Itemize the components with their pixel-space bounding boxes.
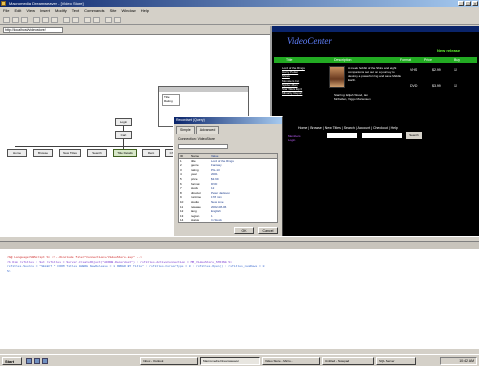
menu-item[interactable]: Modify	[55, 8, 67, 13]
field-list[interactable]: ID Name Value 1 title Lord of the Rings 2 genr…	[178, 153, 278, 223]
menu-item[interactable]: Window	[121, 8, 135, 13]
save-icon[interactable]	[21, 17, 28, 23]
price-value: $2.99	[432, 68, 441, 72]
connection-label: Connection: VideoStore	[178, 137, 215, 141]
close-button[interactable]: ×	[472, 1, 478, 6]
title-link[interactable]: Minority Report	[282, 91, 322, 95]
system-tray-clock: 10:42 AM	[440, 357, 477, 365]
menu-item[interactable]: File	[3, 8, 9, 13]
list-cell: 14	[180, 218, 184, 223]
dialog-title: Recordset (Query)	[174, 117, 282, 124]
footer-nav[interactable]: Home | Browse | New Titles | Search | Ac…	[298, 126, 473, 130]
list-cell: In Stock	[211, 218, 222, 223]
code-pane-toolbar	[0, 242, 479, 249]
search-input[interactable]	[327, 133, 357, 138]
flow-node[interactable]: Browse	[33, 149, 53, 157]
help-icon[interactable]	[93, 17, 100, 23]
app-icon	[1, 1, 6, 6]
taskbar-item[interactable]: Video Store - Micro...	[262, 357, 320, 365]
mail-icon[interactable]	[42, 358, 48, 364]
format-value: VHS	[410, 68, 418, 72]
address-field[interactable]: http://localhost/videostore/	[3, 27, 63, 33]
inline-panel-list[interactable]: Title Rating	[162, 94, 180, 106]
buy-icon[interactable]: ☑	[454, 68, 457, 72]
list-item: Rating	[164, 99, 173, 103]
layers-icon[interactable]	[114, 17, 121, 23]
cancel-button[interactable]: Cancel	[258, 227, 278, 234]
menu-item[interactable]: Insert	[40, 8, 50, 13]
preview-titlebar	[272, 26, 479, 32]
tab-simple[interactable]: Simple	[176, 126, 195, 134]
properties-icon[interactable]	[105, 17, 112, 23]
product-table-header: Title Description Format Price Buy	[274, 57, 477, 63]
start-button[interactable]: Start	[2, 357, 22, 365]
menu-item[interactable]: Help	[141, 8, 149, 13]
toolbar	[0, 15, 479, 25]
new-release-label: New release	[437, 48, 461, 53]
member-links: Members Login	[288, 134, 301, 142]
column-header: Title	[286, 58, 293, 62]
menu-bar: File Edit View Insert Modify Text Commands Site…	[0, 7, 479, 15]
taskbar: Start Inbox - Outlook Macromedia Dreamwe…	[0, 354, 479, 366]
preview-icon[interactable]	[84, 17, 91, 23]
flow-node-cart[interactable]: Cart	[115, 131, 132, 139]
redo-icon[interactable]	[72, 17, 79, 23]
browser-preview: VideoCenter New release Title Descriptio…	[270, 26, 479, 236]
search-button[interactable]: Search	[406, 132, 422, 139]
new-file-icon[interactable]	[3, 17, 10, 23]
browser-icon[interactable]	[34, 358, 40, 364]
flow-node-login[interactable]: Login	[115, 118, 132, 126]
code-line: %>	[7, 269, 11, 273]
buy-icon[interactable]: ☑	[454, 84, 457, 88]
flow-node[interactable]: New Titles	[59, 149, 81, 157]
code-view[interactable]: <%@ Language=VBScript %> <!--#include fi…	[3, 252, 479, 348]
ok-button[interactable]: OK	[234, 227, 254, 234]
taskbar-item[interactable]: Inbox - Outlook	[140, 357, 198, 365]
menu-item[interactable]: View	[26, 8, 35, 13]
window-titlebar: Macromedia Dreamweaver - [Video Store]	[0, 0, 479, 7]
flow-node-selected[interactable]: Title Details	[113, 149, 137, 157]
minimize-button[interactable]: _	[458, 1, 464, 6]
connection-field[interactable]	[178, 144, 228, 149]
flow-node[interactable]: Rent	[142, 149, 160, 157]
column-header: Description	[334, 58, 352, 62]
window-title: Macromedia Dreamweaver - [Video Store]	[9, 1, 84, 6]
flow-node[interactable]: Search	[87, 149, 107, 157]
undo-icon[interactable]	[63, 17, 70, 23]
open-file-icon[interactable]	[12, 17, 19, 23]
menu-item[interactable]: Site	[110, 8, 117, 13]
movie-description: A meek hobbit of the Shire and eight com…	[348, 66, 402, 82]
flow-node[interactable]: Home	[7, 149, 27, 157]
member-link[interactable]: Login	[288, 138, 301, 142]
copy-icon[interactable]	[42, 17, 49, 23]
price-value: $3.99	[432, 84, 441, 88]
menu-item[interactable]: Text	[72, 8, 79, 13]
list-cell: status	[191, 218, 200, 223]
keyword-input[interactable]	[362, 133, 402, 138]
column-header: Buy	[454, 58, 461, 62]
taskbar-item-active[interactable]: Macromedia Dreamweaver	[200, 357, 260, 365]
column-header: Price	[424, 58, 432, 62]
list-row[interactable]: 14 status In Stock	[179, 218, 277, 223]
connector	[15, 146, 193, 147]
dialog-tabs: Simple Advanced	[176, 126, 280, 134]
paste-icon[interactable]	[51, 17, 58, 23]
taskbar-item[interactable]: Untitled - Notepad	[322, 357, 374, 365]
recordset-dialog: Recordset (Query) Simple Advanced Connect…	[173, 116, 283, 237]
tab-advanced[interactable]: Advanced	[195, 126, 220, 134]
maximize-button[interactable]: □	[465, 1, 471, 6]
format-value: DVD	[410, 84, 418, 88]
taskbar-item[interactable]: SQL Server	[376, 357, 416, 365]
menu-item[interactable]: Commands	[84, 8, 104, 13]
title-links: Lord of the Rings Harry Potter Shrek Monste…	[282, 66, 322, 95]
movie-poster-image[interactable]	[329, 66, 345, 88]
menu-item[interactable]: Edit	[14, 8, 21, 13]
site-logo: VideoCenter	[287, 36, 332, 46]
cut-icon[interactable]	[33, 17, 40, 23]
column-header: Format	[400, 58, 412, 62]
cast-caption: Starring: Elijah Wood, Ian McKellen, Vig…	[334, 93, 371, 101]
desktop-icon[interactable]	[26, 358, 32, 364]
inline-panel-titlebar	[159, 87, 248, 92]
